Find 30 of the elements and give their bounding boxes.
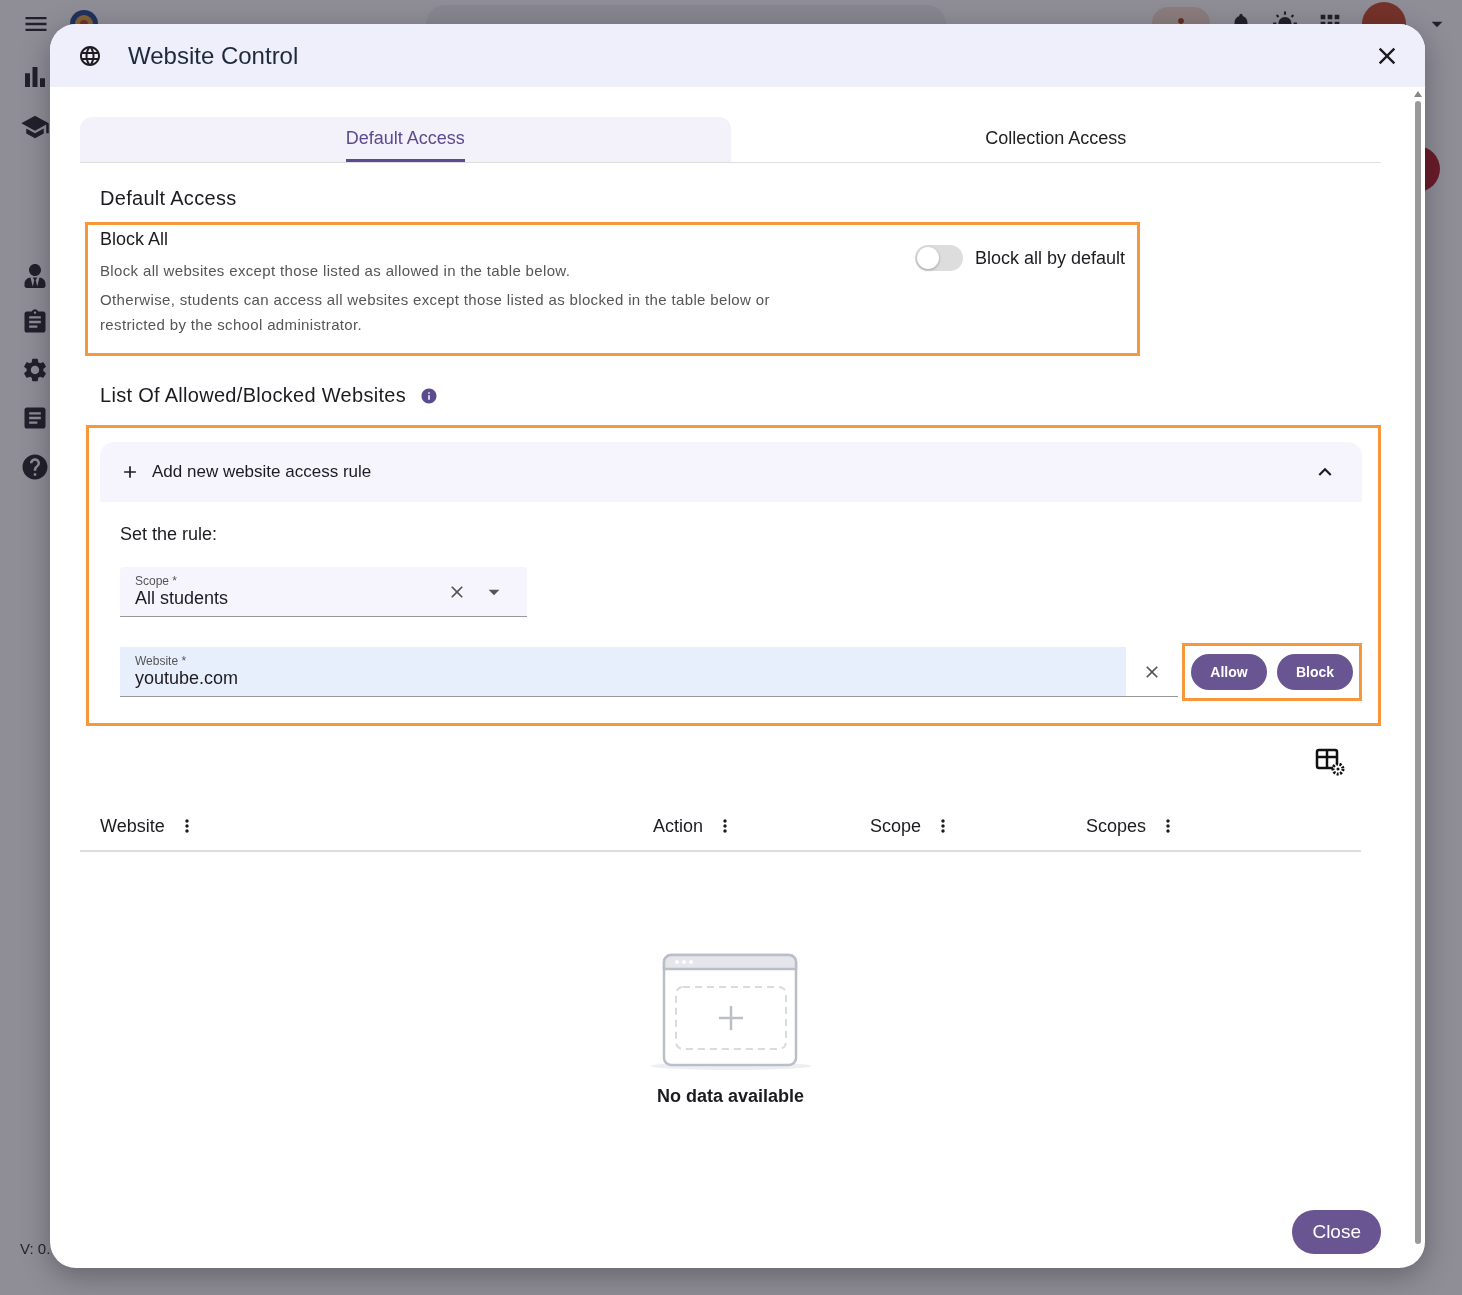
website-input-field[interactable]: Website * youtube.com	[120, 647, 1126, 697]
action-button[interactable]: Block	[1277, 654, 1353, 690]
table-settings-icon[interactable]	[1315, 748, 1345, 776]
action-button[interactable]: Allow	[1191, 654, 1267, 690]
block-all-title: Block All	[100, 229, 170, 250]
tab[interactable]: Collection Access	[730, 117, 1381, 162]
help-icon[interactable]	[20, 452, 50, 482]
section-title: Default Access	[100, 187, 238, 210]
tab[interactable]: Default Access	[80, 117, 731, 162]
dialog-title: Website Control	[128, 41, 300, 70]
column-header[interactable]: Scope	[870, 815, 922, 837]
toggle-switch[interactable]	[914, 245, 963, 271]
empty-message: No data available	[656, 1086, 805, 1107]
info-icon[interactable]	[420, 386, 439, 405]
column-header[interactable]: Action	[653, 815, 704, 837]
rule-prompt: Set the rule:	[120, 524, 219, 545]
version-text: V: 0.	[20, 1240, 51, 1257]
list-title: List Of Allowed/Blocked Websites	[100, 384, 407, 407]
column-header[interactable]: Website	[100, 815, 165, 837]
description-text: Block all websites except those listed as allowed in the table below.	[100, 261, 572, 281]
column-header[interactable]: Scopes	[1086, 815, 1147, 837]
accordion-label: Add new website access rule	[152, 462, 373, 482]
scope-select[interactable]: Scope * All students	[120, 567, 527, 617]
description-text: Otherwise, students can access all websites except those listed as blocked in the table below or restricted by the school administrator.	[100, 290, 771, 335]
accordion-header[interactable]: Add new website access rule	[100, 442, 1362, 502]
scrollbar-thumb[interactable]	[1415, 101, 1421, 1244]
toggle-label: Block all by default	[974, 247, 1125, 269]
close-button[interactable]: Close	[1292, 1210, 1381, 1254]
gear-icon[interactable]	[21, 356, 49, 384]
globe-icon	[78, 43, 102, 68]
